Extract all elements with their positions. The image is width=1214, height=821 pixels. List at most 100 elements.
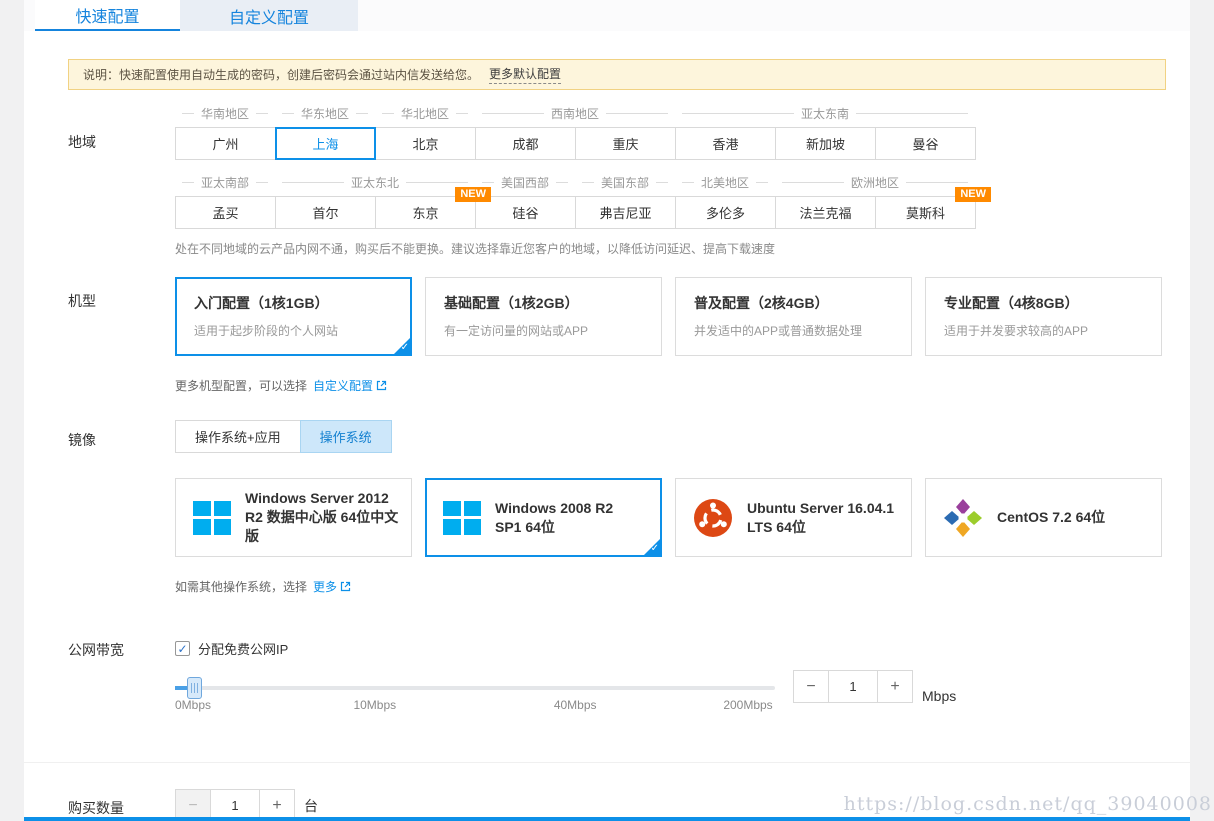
region-group-northeast-asia: 亚太东北: [275, 174, 475, 191]
os-card-ubuntu[interactable]: Ubuntu Server 16.04.1 LTS 64位: [675, 478, 912, 557]
custom-config-link-label: 自定义配置: [313, 377, 373, 394]
region-button-label: 莫斯科: [906, 203, 945, 222]
section-divider: [24, 762, 1190, 763]
slider-tick-1: 10Mbps: [353, 698, 396, 712]
os-card-title: Windows Server 2012 R2 数据中心版 64位中文版: [245, 489, 411, 546]
region-group-south-asia: 亚太南部: [175, 174, 275, 191]
image-label: 镜像: [68, 420, 175, 595]
instance-card-title: 专业配置（4核8GB）: [944, 293, 1143, 313]
footer-bar: [24, 817, 1190, 821]
region-button-guangzhou[interactable]: 广州: [175, 127, 276, 160]
external-link-icon: [376, 380, 387, 391]
region-button-seoul[interactable]: 首尔: [275, 196, 376, 229]
new-badge: NEW: [955, 187, 991, 202]
instance-card-title: 入门配置（1核1GB）: [194, 293, 393, 313]
check-icon: ✓: [177, 642, 187, 656]
region-button-label: 东京: [412, 203, 438, 222]
free-ip-checkbox-label: 分配免费公网IP: [198, 639, 288, 658]
instance-card-basic[interactable]: 基础配置（1核2GB） 有一定访问量的网站或APP: [425, 277, 662, 356]
instance-card-row: 入门配置（1核1GB） 适用于起步阶段的个人网站 ✓ 基础配置（1核2GB） 有…: [175, 277, 1166, 356]
custom-config-link[interactable]: 自定义配置: [313, 377, 387, 394]
instance-card-title: 普及配置（2核4GB）: [694, 293, 893, 313]
bandwidth-section: 公网带宽 ✓ 分配免费公网IP 0Mbps 10Mbps 40Mbps 200M…: [68, 639, 1166, 716]
instance-more-line: 更多机型配置，可以选择 自定义配置: [175, 377, 1166, 394]
region-button-mumbai[interactable]: 孟买: [175, 196, 276, 229]
bandwidth-unit-label: Mbps: [922, 688, 956, 704]
instance-card-desc: 有一定访问量的网站或APP: [444, 322, 643, 339]
region-button-frankfurt[interactable]: 法兰克福: [775, 196, 876, 229]
bandwidth-control-row: 0Mbps 10Mbps 40Mbps 200Mbps − + Mbps: [175, 670, 1166, 716]
toggle-os-only[interactable]: 操作系统: [300, 420, 392, 453]
bandwidth-minus-button[interactable]: −: [793, 670, 829, 703]
region-button-bangkok[interactable]: 曼谷: [875, 127, 976, 160]
new-badge: NEW: [455, 187, 491, 202]
bandwidth-slider: 0Mbps 10Mbps 40Mbps 200Mbps: [175, 670, 775, 716]
slider-tick-2: 40Mbps: [554, 698, 597, 712]
more-default-config-link[interactable]: 更多默认配置: [489, 65, 561, 84]
free-ip-checkbox[interactable]: ✓: [175, 641, 190, 656]
region-group-east-china: 华东地区: [275, 105, 375, 122]
region-button-moscow[interactable]: 莫斯科 NEW: [875, 196, 976, 229]
region-button-toronto[interactable]: 多伦多: [675, 196, 776, 229]
instance-type-label: 机型: [68, 277, 175, 394]
instance-card-pro[interactable]: 专业配置（4核8GB） 适用于并发要求较高的APP: [925, 277, 1162, 356]
slider-track[interactable]: [175, 686, 775, 690]
image-toggle-row: 操作系统+应用 操作系统: [175, 420, 1166, 453]
region-button-singapore[interactable]: 新加坡: [775, 127, 876, 160]
instance-card-desc: 适用于起步阶段的个人网站: [194, 322, 393, 339]
centos-logo-icon: [943, 498, 983, 538]
selected-check-icon: ✓: [651, 543, 659, 555]
slider-handle[interactable]: [187, 677, 202, 699]
quantity-unit-label: 台: [304, 796, 318, 816]
image-section: 镜像 操作系统+应用 操作系统 Windows Server 2012 R2 数…: [68, 420, 1166, 595]
more-os-link-label: 更多: [313, 578, 337, 595]
region-button-chongqing[interactable]: 重庆: [575, 127, 676, 160]
region-button-tokyo[interactable]: 东京 NEW: [375, 196, 476, 229]
instance-type-section: 机型 入门配置（1核1GB） 适用于起步阶段的个人网站 ✓ 基础配置（1核2GB…: [68, 277, 1166, 394]
region-button-chengdu[interactable]: 成都: [475, 127, 576, 160]
notice-text: 说明：快速配置使用自动生成的密码，创建后密码会通过站内信发送给您。: [83, 66, 479, 83]
region-button-hongkong[interactable]: 香港: [675, 127, 776, 160]
slider-tick-0: 0Mbps: [175, 698, 211, 712]
region-button-shanghai[interactable]: 上海: [275, 127, 376, 160]
toggle-os-plus-app[interactable]: 操作系统+应用: [175, 420, 301, 453]
os-more-line: 如需其他操作系统，选择 更多: [175, 578, 1166, 595]
watermark-text: https://blog.csdn.net/qq_39040008: [844, 793, 1212, 815]
bandwidth-plus-button[interactable]: +: [877, 670, 913, 703]
region-group-row-2: 亚太南部 亚太东北 美国西部 美国东部 北美地区 欧洲地区: [175, 174, 1166, 190]
os-card-row: Windows Server 2012 R2 数据中心版 64位中文版 Wind…: [175, 478, 1166, 557]
os-card-centos[interactable]: CentOS 7.2 64位: [925, 478, 1162, 557]
instance-card-starter[interactable]: 入门配置（1核1GB） 适用于起步阶段的个人网站 ✓: [175, 277, 412, 356]
region-help-text: 处在不同地域的云产品内网不通，购买后不能更换。建议选择靠近您客户的地域，以降低访…: [175, 240, 1166, 257]
tab-custom-config[interactable]: 自定义配置: [180, 0, 358, 31]
region-button-row-1: 广州 上海 北京 成都 重庆 香港 新加坡 曼谷: [175, 127, 1166, 160]
external-link-icon: [340, 581, 351, 592]
windows-logo-icon: [443, 501, 481, 535]
free-ip-check-row: ✓ 分配免费公网IP: [175, 639, 1166, 658]
region-button-beijing[interactable]: 北京: [375, 127, 476, 160]
instance-card-desc: 适用于并发要求较高的APP: [944, 322, 1143, 339]
region-label: 地域: [68, 105, 175, 257]
instance-card-desc: 并发适中的APP或普通数据处理: [694, 322, 893, 339]
os-card-win2008[interactable]: Windows 2008 R2 SP1 64位 ✓: [425, 478, 662, 557]
instance-card-popular[interactable]: 普及配置（2核4GB） 并发适中的APP或普通数据处理: [675, 277, 912, 356]
more-os-link[interactable]: 更多: [313, 578, 351, 595]
bandwidth-value-input[interactable]: [829, 670, 877, 703]
notice-banner: 说明：快速配置使用自动生成的密码，创建后密码会通过站内信发送给您。 更多默认配置: [68, 59, 1166, 90]
region-group-north-china: 华北地区: [375, 105, 475, 122]
os-card-title: Windows 2008 R2 SP1 64位: [495, 499, 643, 537]
instance-more-text: 更多机型配置，可以选择: [175, 377, 307, 394]
region-group-southwest: 西南地区: [475, 105, 675, 122]
os-card-winserver2012[interactable]: Windows Server 2012 R2 数据中心版 64位中文版: [175, 478, 412, 557]
region-button-virginia[interactable]: 弗吉尼亚: [575, 196, 676, 229]
tab-quick-config[interactable]: 快速配置: [35, 0, 180, 31]
bandwidth-label: 公网带宽: [68, 639, 175, 716]
os-card-title: CentOS 7.2 64位: [997, 508, 1113, 527]
region-group-us-east: 美国东部: [575, 174, 675, 191]
region-group-north-america: 北美地区: [675, 174, 775, 191]
windows-logo-icon: [193, 501, 231, 535]
region-group-sea: 亚太东南: [675, 105, 975, 122]
slider-tick-3: 200Mbps: [723, 698, 772, 712]
region-group-south-china: 华南地区: [175, 105, 275, 122]
tab-bar: 快速配置 自定义配置: [24, 0, 1190, 31]
